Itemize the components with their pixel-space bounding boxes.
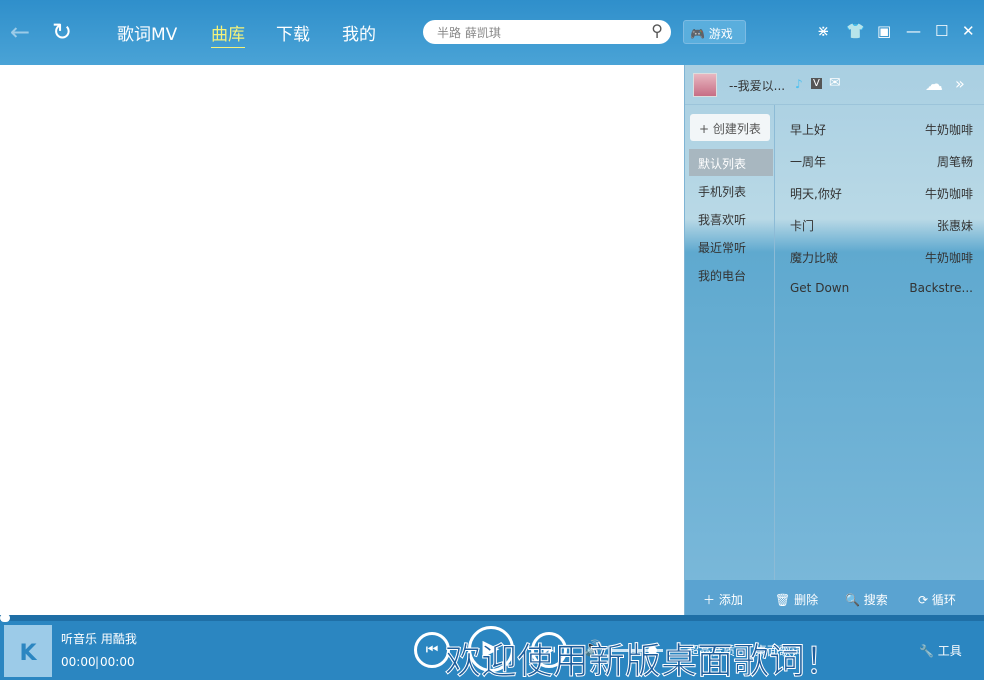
menu-icon[interactable]: ▣ [877,22,891,40]
list-default[interactable]: 默认列表 [689,149,773,176]
list-phone[interactable]: 手机列表 [689,177,773,204]
search-button[interactable]: 🔍 搜索 [845,591,888,608]
song-artist: 周笔畅 [936,155,973,169]
song-artist: 牛奶咖啡 [924,187,973,201]
loop-button[interactable]: ⟳ 循环 [918,591,956,608]
nav-lyrics-mv[interactable]: 歌词MV [117,20,177,45]
vip-icon: V [811,78,822,89]
list-recent[interactable]: 最近常听 [689,233,773,260]
song-title: 早上好 [790,123,827,137]
user-name[interactable]: --我爱以... [729,77,785,94]
playlist-panel: --我爱以... ♪ V ✉ ☁ » + 创建列表 默认列表 手机列表 我喜欢听… [684,65,984,615]
music-note-icon: ♪ [795,77,803,91]
list-radio[interactable]: 我的电台 [689,261,773,288]
song-title: Get Down [790,281,850,295]
search-placeholder: 半路 薛凯琪 [437,26,501,40]
song-title: 卡门 [790,219,815,233]
close-icon[interactable]: ✕ [962,22,975,40]
list-favorites[interactable]: 我喜欢听 [689,205,773,232]
song-artist: 牛奶咖啡 [924,123,973,137]
song-row[interactable]: 魔力比啵 牛奶咖啡 [790,249,973,266]
collapse-icon[interactable]: » [955,74,965,93]
refresh-icon[interactable]: ↻ [52,20,72,44]
song-row[interactable]: 明天,你好 牛奶咖啡 [790,185,973,202]
progress-bar[interactable] [0,614,984,622]
mini-mode-icon[interactable]: ⋇ [817,22,830,40]
desktop-lyric-overlay[interactable]: 欢迎使用新版桌面歌词！ [444,632,841,684]
create-list-button[interactable]: + 创建列表 [690,114,770,141]
tools-button[interactable]: 🔧 工具 [919,642,962,659]
title-bar: ← ↻ 歌词MV 曲库 下载 我的 半路 薛凯琪 ⚲ 🎮 游戏 ⋇ 👕 ▣ — ☐… [0,0,984,65]
nav-library[interactable]: 曲库 [211,20,245,48]
avatar[interactable] [693,73,717,97]
nav-download[interactable]: 下载 [276,20,310,45]
minimize-icon[interactable]: — [906,22,921,40]
kuwo-logo: K [4,625,52,677]
elapsed-time: 00:00 [61,655,96,669]
game-button[interactable]: 🎮 游戏 [683,20,746,44]
skin-icon[interactable]: 👕 [846,22,865,40]
song-artist: Backstre... [909,281,973,295]
content-area [0,65,684,615]
maximize-icon[interactable]: ☐ [935,22,948,40]
add-button[interactable]: ＋ 添加 [703,591,743,608]
time-separator: | [95,655,100,669]
song-row[interactable]: Get Down Backstre... [790,281,973,295]
song-artist: 张惠妹 [936,219,973,233]
song-title: 一周年 [790,155,827,169]
song-artist: 牛奶咖啡 [924,251,973,265]
cloud-icon[interactable]: ☁ [925,74,943,95]
mail-icon[interactable]: ✉ [829,75,841,91]
song-row[interactable]: 卡门 张惠妹 [790,217,973,234]
delete-button[interactable]: 🗑 删除 [775,591,818,608]
user-bar: --我爱以... ♪ V ✉ ☁ » [685,65,984,105]
song-title: 明天,你好 [790,187,842,201]
back-icon[interactable]: ← [10,20,30,44]
list-sidebar: + 创建列表 默认列表 手机列表 我喜欢听 最近常听 我的电台 [685,105,775,580]
total-time: 00:00 [100,655,135,669]
search-icon[interactable]: ⚲ [651,21,663,40]
gamepad-icon: 🎮 [690,27,705,41]
progress-knob[interactable] [0,614,10,622]
playlist-toolbar: ＋ 添加 🗑 删除 🔍 搜索 ⟳ 循环 [685,580,984,615]
track-title: 听音乐 用酷我 [61,632,137,646]
song-row[interactable]: 一周年 周笔畅 [790,153,973,170]
search-input[interactable]: 半路 薛凯琪 ⚲ [423,20,671,44]
song-row[interactable]: 早上好 牛奶咖啡 [790,121,973,138]
nav-mine[interactable]: 我的 [342,20,376,45]
song-title: 魔力比啵 [790,251,839,265]
game-label: 游戏 [708,27,733,41]
